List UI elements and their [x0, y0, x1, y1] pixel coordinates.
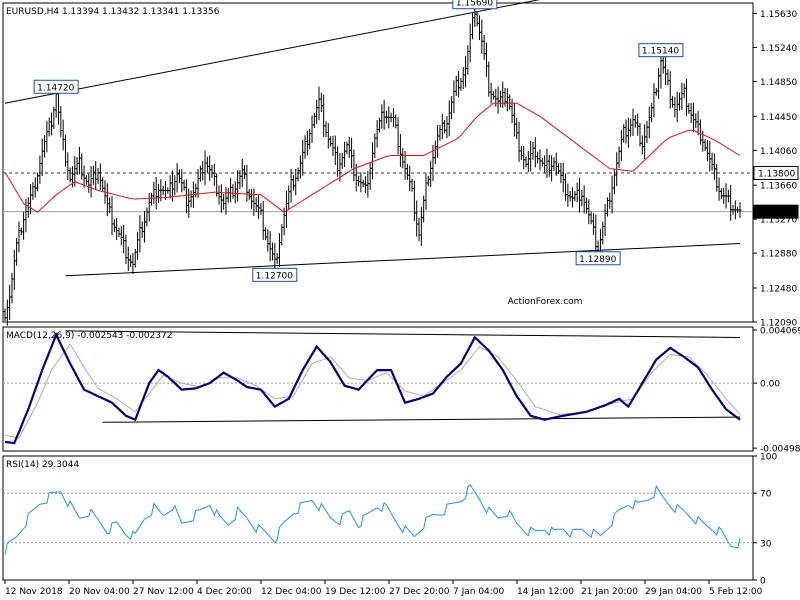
x-tick-label: 20 Nov 04:00 [69, 587, 130, 597]
price-y-tick-label: 1.15240 [760, 44, 797, 54]
price-annotation-label: 1.12700 [256, 271, 293, 281]
price-y-tick-label: 1.14060 [760, 147, 797, 157]
x-tick-label: 12 Dec 04:00 [261, 587, 322, 597]
rsi-y-tick-label: 100 [760, 453, 777, 463]
macd-y-tick-label: 0.004069 [760, 327, 800, 337]
price-annotation-label: 1.15140 [642, 47, 679, 57]
watermark: ActionForex.com [508, 297, 583, 307]
x-tick-label: 12 Nov 2018 [5, 587, 63, 597]
price-y-tick-label: 1.15630 [760, 10, 797, 20]
pane-frame [2, 455, 754, 581]
x-tick-label: 29 Jan 04:00 [645, 587, 702, 597]
chart-svg: ActionForex.com 1.14720 1.15690 1.15140 1.12… [2, 0, 800, 597]
x-tick-label: 4 Dec 20:00 [197, 587, 252, 597]
rsi-y-tick-label: 30 [760, 539, 772, 549]
macd-header: MACD(12,26,9) -0.002543 -0.002372 [6, 331, 172, 341]
x-tick-label: 19 Dec 12:00 [325, 587, 386, 597]
price-annotation-label: 1.15690 [456, 0, 493, 9]
price-axis-badge-label: 1.13800 [758, 169, 795, 179]
price-y-tick-label: 1.12480 [760, 285, 797, 295]
x-tick-label: 14 Jan 12:00 [517, 587, 574, 597]
price-y-tick-label: 1.14450 [760, 113, 797, 123]
x-tick-label: 27 Dec 20:00 [389, 587, 450, 597]
price-header: EURUSD,H4 1.13394 1.13432 1.13341 1.1335… [6, 7, 220, 17]
price-y-tick-label: 1.12880 [760, 250, 797, 260]
rsi-header: RSI(14) 29.3044 [6, 460, 79, 470]
price-annotation-label: 1.14720 [37, 83, 74, 93]
price-y-tick-label: 1.14850 [760, 78, 797, 88]
x-tick-label: 5 Feb 12:00 [709, 587, 763, 597]
rsi-y-tick-label: 0 [760, 577, 766, 587]
price-axis-badge-label: 1.13356 [758, 208, 795, 218]
x-tick-label: 27 Nov 12:00 [133, 587, 194, 597]
macd-y-tick-label: 0.00 [760, 380, 780, 390]
rsi-y-tick-label: 70 [760, 490, 772, 500]
x-tick-label: 7 Jan 04:00 [453, 587, 505, 597]
price-annotation-label: 1.12890 [579, 255, 616, 265]
price-y-tick-label: 1.13660 [760, 182, 797, 192]
x-tick-label: 21 Jan 20:00 [581, 587, 638, 597]
